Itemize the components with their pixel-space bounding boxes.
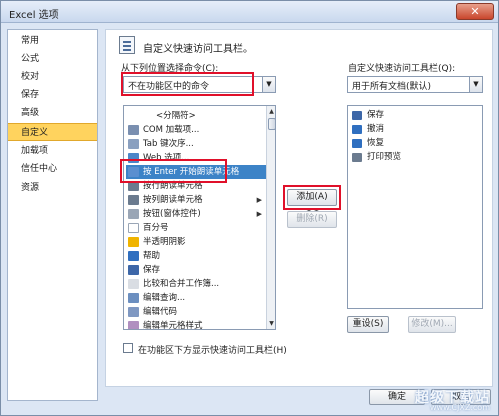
command-item[interactable]: COM 加载项... (126, 123, 266, 137)
command-label: <分隔符> (156, 111, 196, 121)
commands-listbox[interactable]: <分隔符> COM 加载项... Tab 键次序... Web 选项... 按 Ente… (123, 105, 276, 330)
compare-merge-icon (128, 279, 139, 289)
command-item[interactable]: 编辑代码 (126, 305, 266, 319)
options-sidebar: 常用 公式 校对 保存 高级 自定义 加载项 信任中心 资源 (7, 29, 98, 401)
remove-button[interactable]: 删除(R) (287, 211, 337, 228)
command-item[interactable]: 按列朗读单元格 ▶ (126, 193, 266, 207)
command-label: 按钮(窗体控件) (143, 209, 201, 219)
command-item[interactable]: <分隔符> (126, 109, 266, 123)
command-item[interactable]: 半透明阴影 (126, 235, 266, 249)
watermark: 超级下载站 www.CJXZ.com (376, 387, 496, 415)
sidebar-item-save[interactable]: 保存 (8, 86, 97, 104)
customize-panel: 自定义快速访问工具栏。 从下列位置选择命令(C): 自定义快速访问工具栏(Q):… (105, 29, 493, 387)
command-label: Tab 键次序... (143, 139, 194, 149)
window-title: Excel 选项 (9, 10, 59, 21)
qat-item-label: 打印预览 (367, 152, 402, 162)
sidebar-item-advanced[interactable]: 高级 (8, 104, 97, 122)
qat-listbox[interactable]: 保存撤消恢复打印预览 (347, 105, 483, 309)
highlight-frame-dropdown (121, 72, 254, 96)
sidebar-item-trust-center[interactable]: 信任中心 (8, 160, 97, 178)
command-label: 保存 (143, 265, 161, 275)
watermark-url: www.CJXZ.com (430, 403, 490, 412)
command-label: 百分号 (143, 223, 169, 233)
reset-button[interactable]: 重设(S) (347, 316, 389, 333)
qat-item-label: 撤消 (367, 124, 385, 134)
sidebar-item-customize[interactable]: 自定义 (8, 123, 97, 141)
customize-qat-icon (119, 36, 135, 54)
title-bar: Excel 选项 ✕ (1, 1, 498, 23)
percent-icon (128, 223, 139, 233)
redo-icon (352, 139, 362, 148)
modify-button[interactable]: 修改(M)... (408, 316, 456, 333)
submenu-arrow-icon: ▶ (256, 196, 262, 204)
button-control-icon (128, 209, 139, 219)
command-item[interactable]: 百分号 (126, 221, 266, 235)
sidebar-item-proofing[interactable]: 校对 (8, 68, 97, 86)
save-icon (128, 265, 139, 275)
edit-query-icon (128, 293, 139, 303)
qat-list-item[interactable]: 撤消 (350, 123, 384, 136)
command-label: 比较和合并工作簿... (143, 279, 220, 289)
scroll-down-icon[interactable]: ▼ (267, 318, 275, 329)
command-item[interactable]: 比较和合并工作簿... (126, 277, 266, 291)
show-below-ribbon-label: 在功能区下方显示快速访问工具栏(H) (138, 346, 287, 356)
command-item[interactable]: 帮助 (126, 249, 266, 263)
customize-qat-label: 自定义快速访问工具栏(Q): (348, 64, 456, 74)
excel-options-dialog: Excel 选项 ✕ 常用 公式 校对 保存 高级 自定义 加载项 信任中心 资… (0, 0, 499, 416)
commands-scrollbar[interactable]: ▲ ▼ (266, 106, 275, 329)
command-label: 帮助 (143, 251, 161, 261)
command-item[interactable]: 按钮(窗体控件) ▶ (126, 207, 266, 221)
panel-heading: 自定义快速访问工具栏。 (143, 44, 253, 55)
highlight-frame-command (120, 159, 227, 183)
qat-list-item[interactable]: 保存 (350, 109, 384, 122)
help-icon (128, 251, 139, 261)
command-item[interactable]: 编辑单元格样式 (126, 319, 266, 330)
command-label: 编辑查询... (143, 293, 186, 303)
com-addin-icon (128, 125, 139, 135)
command-item[interactable]: 编辑查询... (126, 291, 266, 305)
scroll-thumb[interactable] (268, 118, 275, 130)
scroll-up-icon[interactable]: ▲ (267, 106, 275, 117)
show-below-ribbon-checkbox[interactable] (123, 343, 133, 353)
tab-order-icon (128, 139, 139, 149)
print-preview-icon (352, 153, 362, 162)
qat-list-item[interactable]: 恢复 (350, 137, 384, 150)
command-label: 编辑单元格样式 (143, 321, 203, 330)
customize-qat-value: 用于所有文档(默认) (352, 82, 432, 92)
sidebar-item-addins[interactable]: 加载项 (8, 142, 97, 160)
qat-item-label: 保存 (367, 110, 385, 120)
qat-list-item[interactable]: 打印预览 (350, 151, 401, 164)
command-label: COM 加载项... (143, 125, 200, 135)
edit-code-icon (128, 307, 139, 317)
undo-icon (352, 125, 362, 134)
sidebar-item-formulas[interactable]: 公式 (8, 50, 97, 68)
chevron-down-icon[interactable]: ▼ (469, 77, 482, 92)
customize-qat-dropdown[interactable]: 用于所有文档(默认) ▼ (347, 76, 483, 93)
sidebar-item-resources[interactable]: 资源 (8, 179, 97, 197)
command-label: 半透明阴影 (143, 237, 186, 247)
command-item[interactable]: 保存 (126, 263, 266, 277)
chevron-down-icon[interactable]: ▼ (262, 77, 275, 92)
save-icon (352, 111, 362, 120)
edit-cell-style-icon (128, 321, 139, 329)
command-label: 按列朗读单元格 (143, 195, 203, 205)
speak-by-columns-icon (128, 195, 139, 205)
sidebar-item-common[interactable]: 常用 (8, 32, 97, 50)
submenu-arrow-icon: ▶ (256, 210, 262, 218)
command-label: 编辑代码 (143, 307, 178, 317)
check-shadow-icon (128, 237, 139, 247)
command-item[interactable]: Tab 键次序... (126, 137, 266, 151)
qat-item-label: 恢复 (367, 138, 385, 148)
highlight-frame-add (283, 185, 341, 210)
close-button[interactable]: ✕ (456, 3, 494, 20)
